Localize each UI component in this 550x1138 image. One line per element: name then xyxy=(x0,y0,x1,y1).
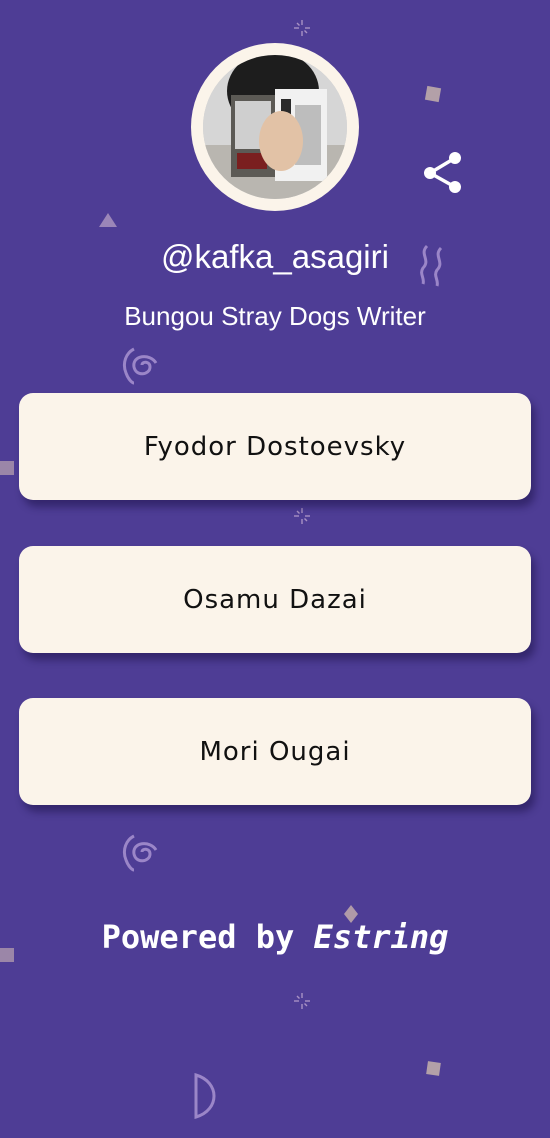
square-decoration xyxy=(424,85,442,103)
brand-link[interactable]: Estring xyxy=(314,918,449,956)
powered-by-label: Powered by xyxy=(101,918,295,956)
square-decoration xyxy=(426,1061,441,1076)
link-button-fyodor-dostoevsky[interactable]: Fyodor Dostoevsky xyxy=(19,393,531,500)
spiral-decoration xyxy=(122,834,158,872)
profile-handle: @kafka_asagiri xyxy=(161,238,389,275)
profile-bio: Bungou Stray Dogs Writer xyxy=(124,301,426,331)
powered-by-footer: Powered by Estring xyxy=(0,918,550,956)
sparkle-decoration xyxy=(294,508,310,524)
triangle-decoration xyxy=(99,213,117,227)
avatar xyxy=(191,43,359,211)
sparkle-decoration xyxy=(294,20,310,36)
share-icon[interactable] xyxy=(421,150,465,194)
link-button-mori-ougai[interactable]: Mori Ougai xyxy=(19,698,531,805)
sparkle-decoration xyxy=(294,993,310,1009)
avatar-image xyxy=(203,55,347,199)
avatar-photo xyxy=(203,55,347,199)
half-moon-decoration xyxy=(194,1072,216,1120)
square-decoration xyxy=(0,461,14,475)
link-button-osamu-dazai[interactable]: Osamu Dazai xyxy=(19,546,531,653)
spiral-decoration xyxy=(122,347,158,385)
